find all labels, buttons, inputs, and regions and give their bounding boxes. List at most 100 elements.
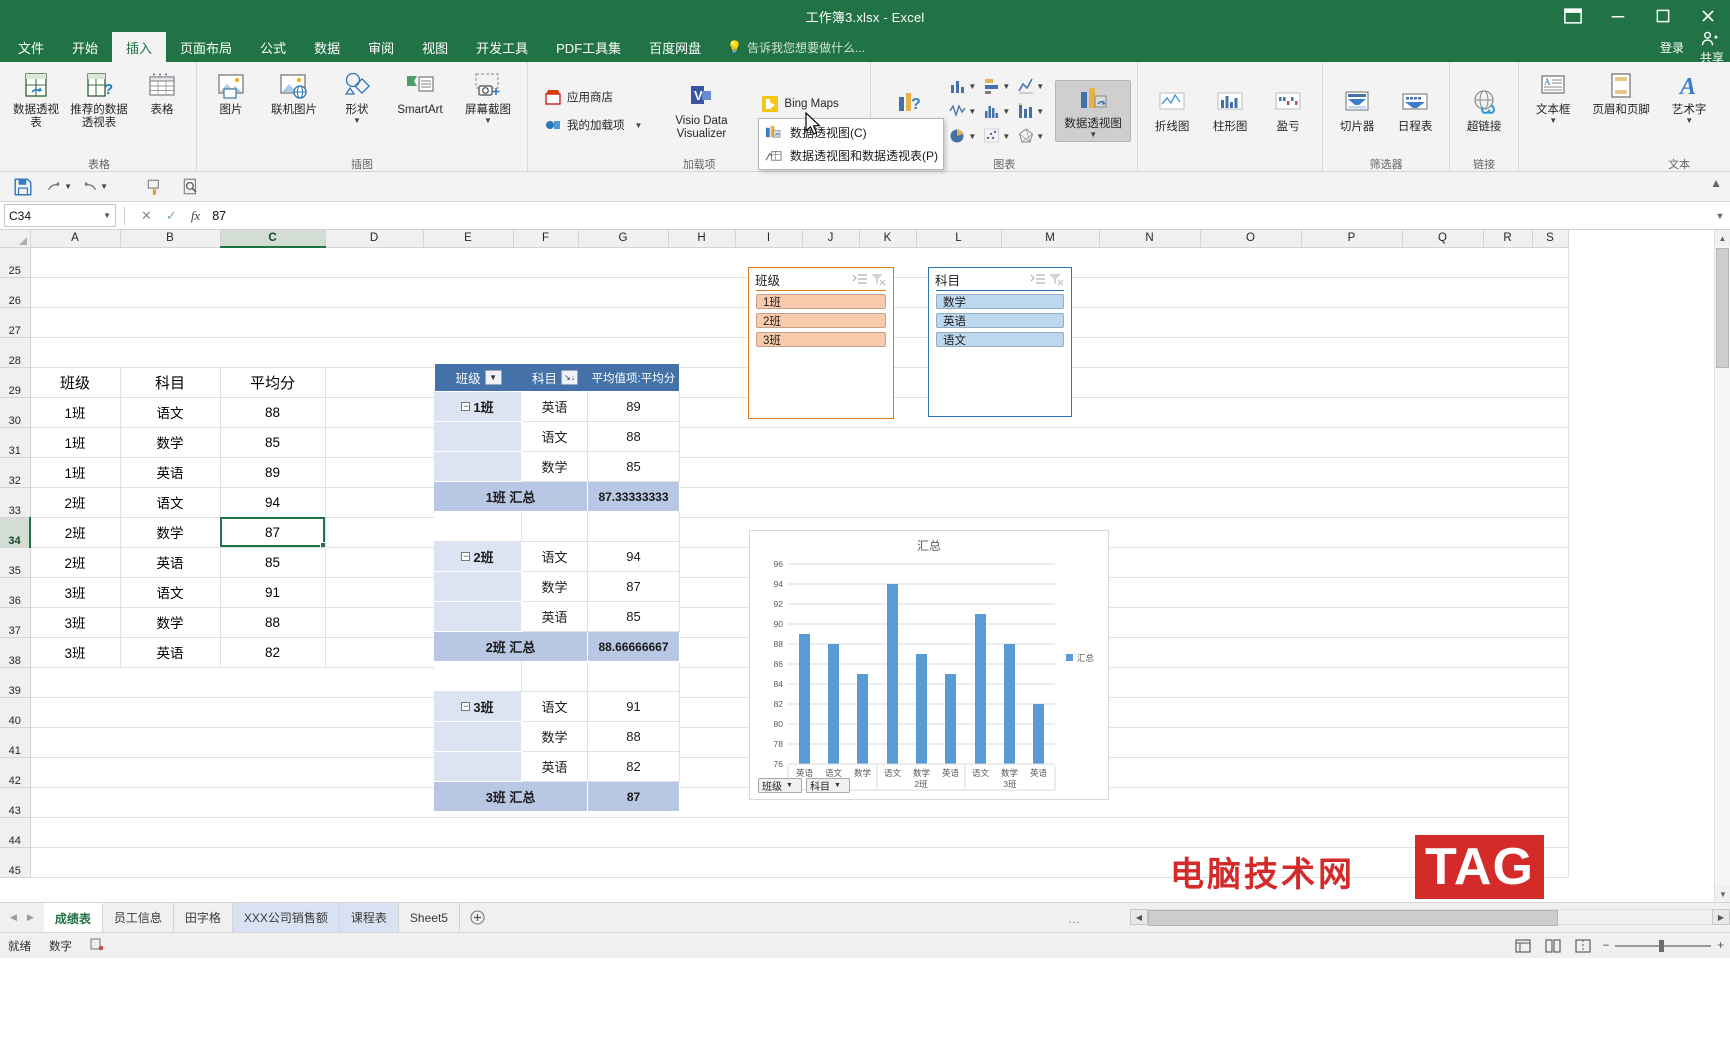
row-header-32[interactable]: 32 xyxy=(0,457,31,488)
pivot-value[interactable]: 89 xyxy=(588,392,680,422)
multi-select-icon[interactable] xyxy=(851,272,869,286)
text-box-caret-icon[interactable]: ▼ xyxy=(1549,117,1557,125)
cell-C31[interactable]: 85 xyxy=(220,427,326,458)
waterfall-chart-caret-icon[interactable]: ▼ xyxy=(1036,107,1044,115)
pivot-value[interactable]: 94 xyxy=(588,542,680,572)
pivot-header-subject[interactable]: 科目 ↘↓ xyxy=(522,364,587,391)
pivot-chart-button[interactable]: 数据透视图 ▼ xyxy=(1055,79,1132,143)
insert-function-icon[interactable]: fx xyxy=(191,208,200,224)
shapes-button[interactable]: 形状 ▼ xyxy=(329,66,385,128)
timeline-button[interactable]: 日程表 xyxy=(1387,83,1443,138)
wordart-caret-icon[interactable]: ▼ xyxy=(1685,117,1693,125)
prev-sheet-icon[interactable]: ▶ xyxy=(27,912,34,923)
tab-data[interactable]: 数据 xyxy=(300,32,354,62)
sheet-tab-xiaoshoue[interactable]: XXX公司销售额 xyxy=(232,903,340,932)
pivot-value[interactable]: 85 xyxy=(588,452,680,482)
line-chart-caret-icon[interactable]: ▼ xyxy=(1036,82,1044,90)
cell-B35[interactable]: 英语 xyxy=(120,547,221,578)
cell-A33[interactable]: 2班 xyxy=(30,487,121,518)
row-header-33[interactable]: 33 xyxy=(0,487,31,518)
col-header-C[interactable]: C xyxy=(220,230,326,248)
hyperlink-button[interactable]: 超链接 xyxy=(1456,83,1512,138)
col-header-O[interactable]: O xyxy=(1200,230,1302,248)
cell-A29[interactable]: 班级 xyxy=(30,367,121,398)
cell-C37[interactable]: 88 xyxy=(220,607,326,638)
cell-C33[interactable]: 94 xyxy=(220,487,326,518)
sparkline-winloss-button[interactable]: 盈亏 xyxy=(1260,83,1316,138)
slicer-subject[interactable]: 科目 数学 英语 语文 xyxy=(928,267,1072,417)
menu-item-pivot-chart[interactable]: 数据透视图(C) xyxy=(759,121,943,144)
col-header-J[interactable]: J xyxy=(802,230,860,248)
my-addins-button[interactable]: 我的加载项 ▼ xyxy=(538,112,647,138)
clear-filter-icon[interactable] xyxy=(869,272,887,286)
line-chart-button[interactable]: ▼ xyxy=(1013,74,1047,98)
confirm-icon[interactable]: ✓ xyxy=(166,208,177,224)
slicer-item-subject-chinese[interactable]: 语文 xyxy=(936,332,1064,347)
smartart-button[interactable]: SmartArt xyxy=(387,66,453,121)
name-box-caret-icon[interactable]: ▼ xyxy=(103,211,111,220)
pivot-value[interactable]: 82 xyxy=(588,752,680,782)
tab-home[interactable]: 开始 xyxy=(58,32,112,62)
app-store-button[interactable]: 应用商店 xyxy=(538,84,647,110)
bing-maps-button[interactable]: Bing Maps xyxy=(755,91,860,117)
tab-formulas[interactable]: 公式 xyxy=(246,32,300,62)
slicer-item-subject-english[interactable]: 英语 xyxy=(936,313,1064,328)
scroll-up-icon[interactable]: ▲ xyxy=(1715,230,1730,246)
row-header-29[interactable]: 29 xyxy=(0,367,31,398)
tab-developer[interactable]: 开发工具 xyxy=(462,32,542,62)
pivot-total-label[interactable]: 3班 汇总 xyxy=(434,782,588,812)
pivot-subject[interactable]: 数学 xyxy=(522,452,588,482)
zoom-slider[interactable]: − + xyxy=(1603,940,1724,952)
undo-button[interactable]: ▼ xyxy=(82,175,108,199)
pivot-total-value[interactable]: 88.66666667 xyxy=(588,632,680,662)
my-addins-caret-icon[interactable]: ▼ xyxy=(635,121,643,129)
row-header-40[interactable]: 40 xyxy=(0,697,31,728)
col-header-B[interactable]: B xyxy=(120,230,221,248)
zoom-out-icon[interactable]: − xyxy=(1603,940,1610,952)
screenshot-caret-icon[interactable]: ▼ xyxy=(484,117,492,125)
wordart-button[interactable]: A 艺术字 ▼ xyxy=(1661,66,1717,128)
col-header-K[interactable]: K xyxy=(859,230,917,248)
cell-B29[interactable]: 科目 xyxy=(120,367,221,398)
col-header-E[interactable]: E xyxy=(423,230,514,248)
pivot-group-spacer[interactable] xyxy=(434,722,522,752)
bar-chart-button[interactable]: ▼ xyxy=(979,74,1013,98)
print-preview-button[interactable] xyxy=(178,175,204,199)
pivot-group-2[interactable]: − 2班 xyxy=(434,542,522,572)
slicer-item-class-2[interactable]: 2班 xyxy=(756,313,886,328)
cell-A31[interactable]: 1班 xyxy=(30,427,121,458)
row-header-38[interactable]: 38 xyxy=(0,637,31,668)
row-header-44[interactable]: 44 xyxy=(0,817,31,848)
pivot-group-spacer[interactable] xyxy=(434,452,522,482)
row-header-42[interactable]: 42 xyxy=(0,757,31,788)
col-header-D[interactable]: D xyxy=(325,230,424,248)
col-header-Q[interactable]: Q xyxy=(1402,230,1484,248)
scroll-left-icon[interactable]: ◀ xyxy=(1130,909,1148,925)
pivot-subject[interactable]: 语文 xyxy=(522,542,588,572)
pivot-subject[interactable]: 英语 xyxy=(522,602,588,632)
sheet-tab-sheet5[interactable]: Sheet5 xyxy=(399,903,460,932)
cell-A32[interactable]: 1班 xyxy=(30,457,121,488)
slicer-item-class-3[interactable]: 3班 xyxy=(756,332,886,347)
pivot-header-class[interactable]: 班级 ▼ xyxy=(435,364,522,391)
cell-A37[interactable]: 3班 xyxy=(30,607,121,638)
signature-line-button[interactable]: 签名行 ▼ xyxy=(1719,66,1730,128)
chart-field-button-class[interactable]: 班级 ▼ xyxy=(758,778,802,793)
row-header-34[interactable]: 34 xyxy=(0,517,31,548)
ribbon-display-options-icon[interactable] xyxy=(1550,0,1595,32)
histogram-chart-button[interactable]: ▼ xyxy=(979,99,1013,123)
pivot-group-3[interactable]: − 3班 xyxy=(434,692,522,722)
cell-B38[interactable]: 英语 xyxy=(120,637,221,668)
add-sheet-button[interactable] xyxy=(460,903,495,932)
stock-chart-caret-icon[interactable]: ▼ xyxy=(968,107,976,115)
horizontal-scroll-thumb[interactable] xyxy=(1148,910,1558,926)
pivot-group-spacer[interactable] xyxy=(434,602,522,632)
maximize-button[interactable] xyxy=(1640,0,1685,32)
pivot-value[interactable]: 88 xyxy=(588,722,680,752)
pivot-subject[interactable]: 数学 xyxy=(522,572,588,602)
pivot-chart-caret-icon[interactable]: ▼ xyxy=(1089,131,1097,139)
waterfall-chart-button[interactable]: ▼ xyxy=(1013,99,1047,123)
visio-data-visualizer-button[interactable]: V Visio Data Visualizer xyxy=(663,77,739,145)
collapse-icon[interactable]: − xyxy=(461,702,471,711)
select-all-corner[interactable] xyxy=(0,230,31,248)
